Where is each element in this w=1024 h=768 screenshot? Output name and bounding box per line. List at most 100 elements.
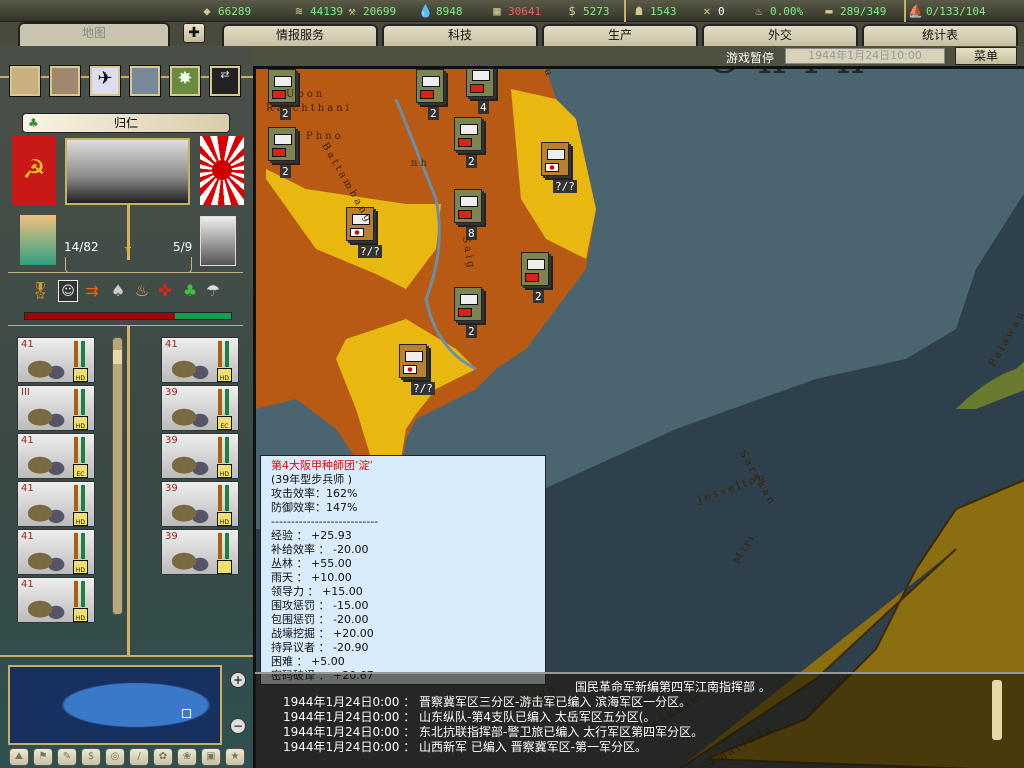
- map-unit-counter[interactable]: [454, 189, 482, 223]
- unit-card[interactable]: 39: [161, 529, 239, 575]
- tab-diplomacy[interactable]: 外交: [702, 24, 858, 46]
- tooltip-title: 第4大阪甲种師团’淀’: [271, 459, 373, 472]
- resource-transport[interactable]: ▬ 289/349: [822, 3, 886, 19]
- theater-mapmode-button[interactable]: ✿: [153, 748, 173, 766]
- land-units-button[interactable]: [50, 66, 80, 96]
- nation-flag-icon: [350, 228, 364, 237]
- resource-value: 30641: [508, 4, 542, 18]
- brigade-badge: HD: [73, 368, 88, 382]
- unit-card[interactable]: 41 HD: [17, 481, 95, 527]
- supplies-icon: ▦: [493, 4, 501, 18]
- minimap[interactable]: [8, 665, 222, 745]
- tab-intel[interactable]: 情报服务: [222, 24, 378, 46]
- naval-units-button[interactable]: [130, 66, 160, 96]
- province-name-bar: ♣ 归仁: [22, 113, 230, 133]
- metal-icon: ≋: [295, 4, 303, 18]
- alliance-mapmode-button[interactable]: ❀: [177, 748, 197, 766]
- star-mapmode-button[interactable]: ★: [225, 748, 245, 766]
- map-unit-counter[interactable]: [268, 127, 296, 161]
- map-unit-counter[interactable]: [454, 117, 482, 151]
- brigade-badge: EC: [217, 416, 232, 430]
- map-unit-counter[interactable]: [454, 287, 482, 321]
- unit-card[interactable]: 39 HD: [161, 481, 239, 527]
- unit-count: ?/?: [411, 382, 435, 395]
- unit-card[interactable]: 41 HD: [17, 337, 95, 383]
- soldier-portrait: [28, 398, 68, 430]
- tab-stats[interactable]: 统计表: [862, 24, 1018, 46]
- province-name: 归仁: [113, 116, 138, 130]
- infantry-symbol-icon: [422, 76, 440, 87]
- map-unit-counter[interactable]: [521, 252, 549, 286]
- unit-count: ?/?: [358, 245, 382, 258]
- resource-metal[interactable]: ≋ 44139: [292, 3, 343, 19]
- defender-leader-portrait[interactable]: [200, 216, 236, 266]
- menu-button[interactable]: 菜单: [955, 47, 1017, 65]
- brigade-badge: HD: [73, 608, 88, 622]
- terrain-mapmode-button[interactable]: ⛰: [9, 748, 29, 766]
- zoom-out-button[interactable]: −: [230, 718, 246, 734]
- nuke-icon: ✕: [703, 4, 711, 18]
- resource-money[interactable]: $5273: [565, 3, 609, 19]
- tooltip-attack: 攻击效率：162%: [271, 487, 358, 500]
- org-bar: [218, 437, 222, 463]
- resource-convoy[interactable]: ⛵ 0/133/104: [908, 3, 986, 19]
- zoom-in-button[interactable]: +: [230, 672, 246, 688]
- expand-button[interactable]: ✚: [183, 23, 205, 43]
- nation-flag-icon: [272, 148, 286, 157]
- map-unit-counter[interactable]: [399, 344, 427, 378]
- strength-bar: [225, 437, 229, 463]
- resource-value: 44139: [310, 4, 344, 18]
- unit-card[interactable]: 39 HD: [161, 433, 239, 479]
- org-bar: [74, 389, 78, 415]
- resource-manpower[interactable]: ☗ 1543: [632, 3, 676, 19]
- resource-energy[interactable]: ◆ 66289: [200, 3, 251, 19]
- resource-supplies[interactable]: ▦ 30641: [490, 3, 541, 19]
- weather-mapmode-button[interactable]: /: [129, 748, 149, 766]
- briefcase-mapmode-button[interactable]: ▣: [201, 748, 221, 766]
- unit-year: 39: [165, 387, 178, 398]
- brigade-badge: HD: [73, 512, 88, 526]
- unit-count: 4: [478, 101, 489, 114]
- unit-tooltip: 第4大阪甲种師团’淀’ (39年型步兵师 ) 攻击效率：162% 防御效率：14…: [260, 455, 546, 685]
- attacker-leader-portrait[interactable]: [20, 215, 56, 265]
- unit-card[interactable]: 41 HD: [17, 577, 95, 623]
- unit-card[interactable]: 41 HD: [161, 337, 239, 383]
- tab-production[interactable]: 生产: [542, 24, 698, 46]
- supply-mapmode-button[interactable]: ✎: [57, 748, 77, 766]
- soldier-portrait: [172, 398, 212, 430]
- log-scrollbar[interactable]: [992, 680, 1002, 740]
- nation-flag-icon: [458, 308, 472, 317]
- map-unit-counter[interactable]: [466, 69, 494, 97]
- unit-card[interactable]: 41 EC: [17, 433, 95, 479]
- tooltip-modifier: 经验 ： +25.93: [271, 529, 352, 542]
- resource-oil[interactable]: 💧 8948: [418, 3, 463, 19]
- transport-button[interactable]: ⇄: [210, 66, 240, 96]
- unit-card[interactable]: 41 HD: [17, 529, 95, 575]
- air-units-button[interactable]: ✈: [90, 66, 120, 96]
- unit-card[interactable]: III HD: [17, 385, 95, 431]
- soldier-portrait: [172, 494, 212, 526]
- economy-mapmode-button[interactable]: $: [81, 748, 101, 766]
- tab-map[interactable]: 地图: [18, 22, 170, 46]
- org-bar: [218, 389, 222, 415]
- combat-button[interactable]: ✸: [170, 66, 200, 96]
- rare-materials-icon: ⚒: [348, 4, 356, 18]
- defender-flag: [200, 136, 244, 205]
- resource-dissent[interactable]: ♨ 0.00%: [752, 3, 803, 19]
- tab-tech[interactable]: 科技: [382, 24, 538, 46]
- political-mapmode-button[interactable]: ⚑: [33, 748, 53, 766]
- unit-list-scrollbar[interactable]: [112, 337, 123, 615]
- resource-rare-materials[interactable]: ⚒ 20699: [345, 3, 396, 19]
- resource-mapmode-button[interactable]: ◎: [105, 748, 125, 766]
- unit-card[interactable]: 39 EC: [161, 385, 239, 431]
- strength-bar: [81, 341, 85, 367]
- map-mode-button[interactable]: [10, 66, 40, 96]
- paused-status: 游戏暂停: [726, 51, 775, 65]
- map-label: Chin: [706, 69, 882, 84]
- tooltip-modifier: 领导力 ： +15.00: [271, 585, 363, 598]
- encircle-icon: ✜: [158, 281, 172, 300]
- resource-nuke[interactable]: ✕ 0: [700, 3, 724, 19]
- minimap-viewport[interactable]: [182, 709, 191, 718]
- map-unit-counter[interactable]: [416, 69, 444, 103]
- map-unit-counter[interactable]: [541, 142, 569, 176]
